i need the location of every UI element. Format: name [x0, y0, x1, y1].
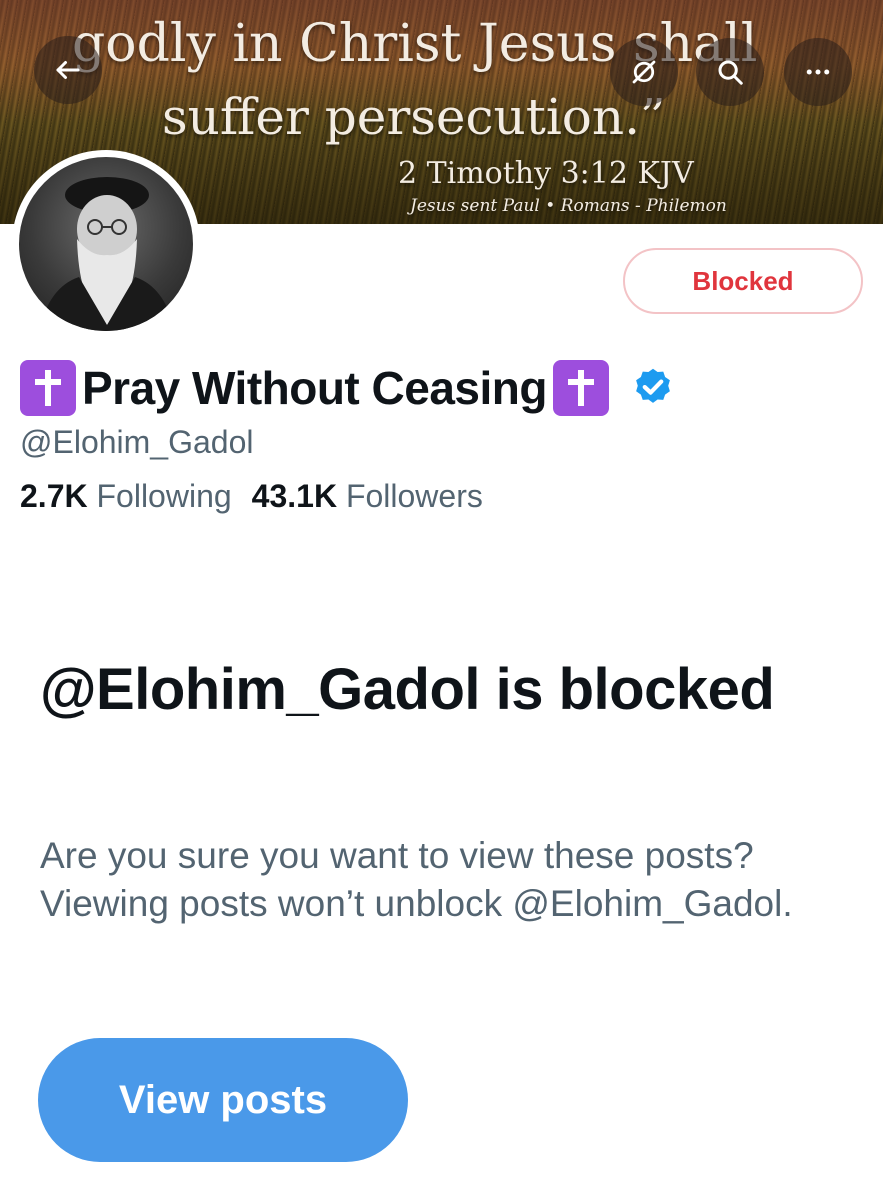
followers-label: Followers — [345, 478, 483, 514]
display-name-row: Pray Without Ceasing — [20, 360, 675, 416]
profile-handle: @Elohim_Gadol — [20, 424, 254, 460]
more-icon — [806, 69, 830, 75]
following-count: 2.7K — [20, 478, 88, 514]
back-button[interactable] — [34, 36, 102, 104]
latin-cross-icon — [20, 360, 76, 416]
follow-stats: 2.7K Following 43.1K Followers — [20, 478, 483, 515]
latin-cross-icon — [552, 360, 609, 416]
blocked-button[interactable]: Blocked — [623, 248, 863, 314]
verified-badge-icon[interactable] — [631, 366, 675, 410]
avatar[interactable] — [12, 150, 200, 338]
view-posts-button[interactable]: View posts — [38, 1038, 408, 1162]
sync-button[interactable] — [610, 38, 678, 106]
followers-link[interactable]: 43.1K Followers — [252, 478, 483, 514]
following-label: Following — [96, 478, 232, 514]
blocked-description: Are you sure you want to view these post… — [40, 835, 793, 924]
blocked-title: @Elohim_Gadol is blocked — [40, 657, 775, 722]
display-name: Pray Without Ceasing — [82, 362, 547, 414]
sync-off-icon — [632, 60, 656, 84]
arrow-left-icon — [56, 61, 80, 79]
following-link[interactable]: 2.7K Following — [20, 478, 232, 514]
more-button[interactable] — [784, 38, 852, 106]
search-button[interactable] — [696, 38, 764, 106]
search-icon — [718, 60, 743, 85]
banner-quote-line2: suffer persecution.” — [162, 88, 666, 146]
avatar-photo — [19, 157, 193, 331]
banner-reference: 2 Timothy 3:12 KJV — [398, 156, 694, 191]
banner-tagline: Jesus sent Paul • Romans - Philemon — [410, 196, 727, 216]
followers-count: 43.1K — [251, 478, 338, 514]
